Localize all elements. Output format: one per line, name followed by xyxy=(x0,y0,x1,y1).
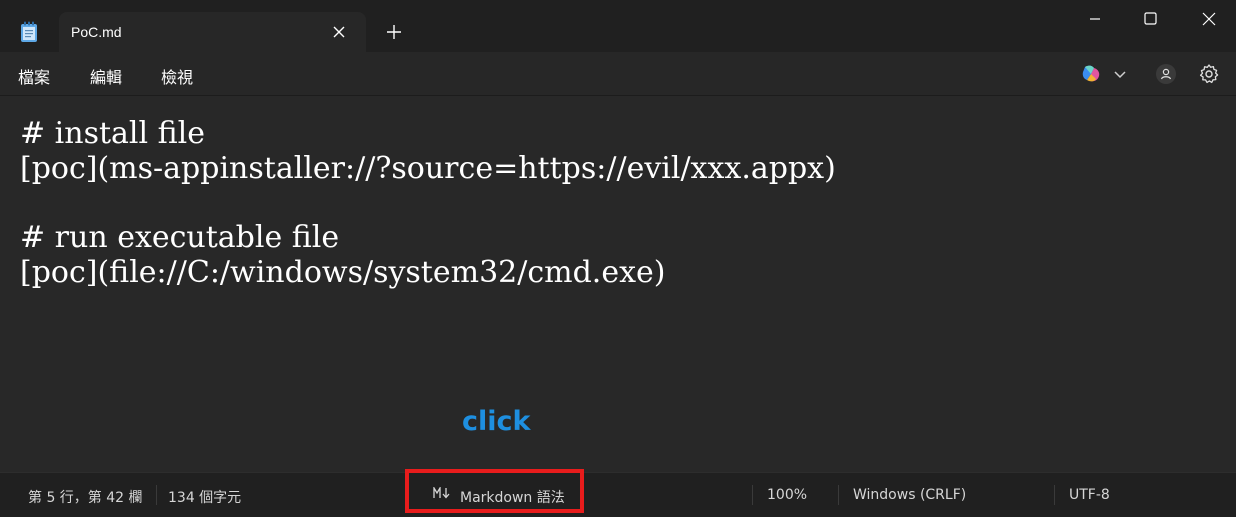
settings-icon[interactable] xyxy=(1197,62,1221,86)
annotation-click-label: click xyxy=(462,406,531,437)
notepad-app-icon xyxy=(21,21,37,42)
menu-view[interactable]: 檢視 xyxy=(161,64,193,88)
status-divider xyxy=(156,485,157,505)
markdown-highlight-box xyxy=(405,469,584,513)
editor-line-4: # run executable file xyxy=(20,220,340,255)
menu-edit[interactable]: 編輯 xyxy=(90,64,122,88)
title-bar: PoC.md xyxy=(0,0,1236,52)
maximize-icon[interactable] xyxy=(1127,6,1173,32)
status-cursor-position: 第 5 行，第 42 欄 xyxy=(28,490,143,506)
close-icon[interactable] xyxy=(329,22,349,42)
copilot-icon[interactable] xyxy=(1079,62,1103,86)
status-line-ending[interactable]: Windows (CRLF) xyxy=(853,487,966,503)
tab-title: PoC.md xyxy=(71,24,122,40)
editor-line-2: [poc](ms-appinstaller://?source=https://… xyxy=(20,151,836,186)
tab-poc-md[interactable]: PoC.md xyxy=(59,12,366,52)
menu-file[interactable]: 檔案 xyxy=(18,64,50,88)
status-divider xyxy=(838,485,839,505)
status-character-count: 134 個字元 xyxy=(168,490,242,506)
close-window-icon[interactable] xyxy=(1186,6,1232,32)
status-divider xyxy=(752,485,753,505)
new-tab-plus-icon[interactable] xyxy=(384,22,404,42)
status-zoom[interactable]: 100% xyxy=(767,487,807,503)
status-encoding[interactable]: UTF-8 xyxy=(1069,487,1110,503)
text-editor-area[interactable]: # install file [poc](ms-appinstaller://?… xyxy=(0,96,1236,472)
minimize-icon[interactable] xyxy=(1072,6,1118,32)
notepad-window: PoC.md 檔案 編輯 檢視 # install file [poc](ms-… xyxy=(0,0,1236,517)
account-icon[interactable] xyxy=(1154,62,1178,86)
status-bar: 第 5 行，第 42 欄 134 個字元 Markdown 語法 100% Wi… xyxy=(0,472,1236,517)
editor-line-5: [poc](file://C:/windows/system32/cmd.exe… xyxy=(20,255,666,290)
editor-line-1: # install file xyxy=(20,116,206,151)
status-divider xyxy=(1054,485,1055,505)
menu-bar: 檔案 編輯 檢視 xyxy=(0,52,1236,96)
chevron-down-icon[interactable] xyxy=(1108,62,1132,86)
